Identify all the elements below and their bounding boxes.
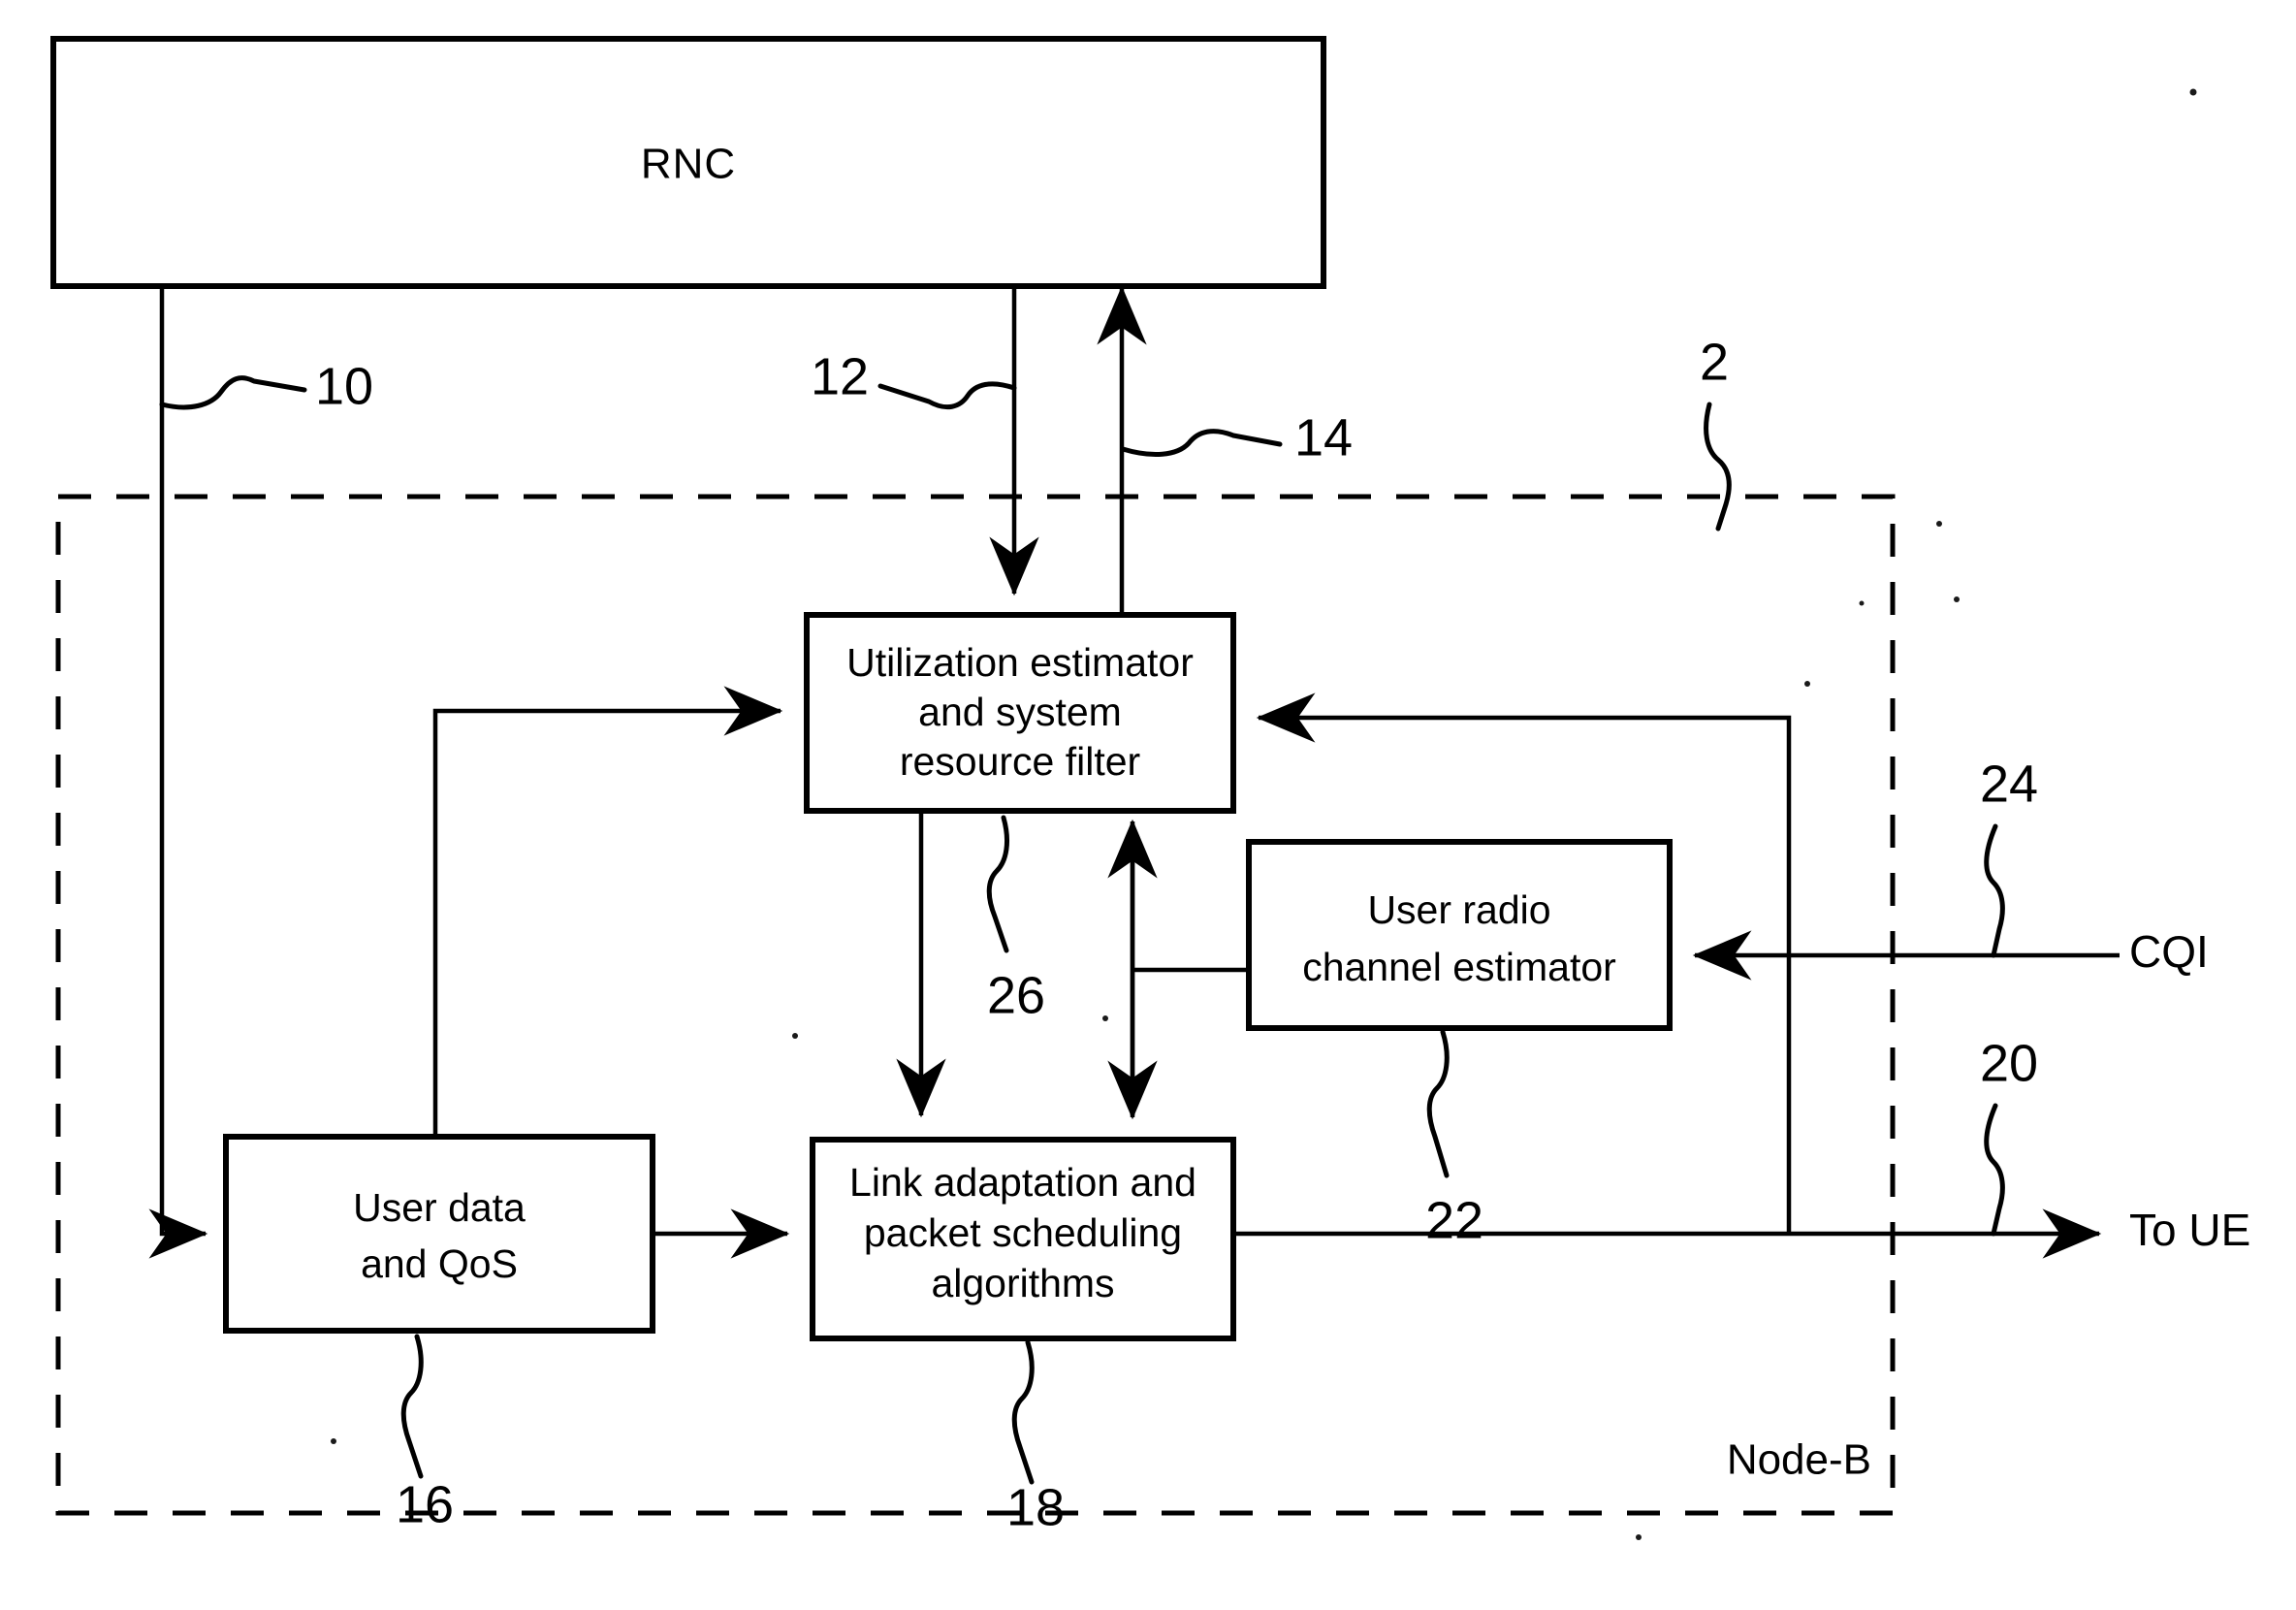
reference-numeral-24: 24 xyxy=(1980,755,2038,813)
reference-numeral-26: 26 xyxy=(987,966,1045,1024)
rnc-block-label: RNC xyxy=(641,141,736,188)
cqi-signal-label: CQI xyxy=(2129,926,2209,977)
utilization-estimator-label-line3: resource filter xyxy=(900,739,1140,784)
scan-speck xyxy=(1804,681,1810,687)
reference-numeral-22: 22 xyxy=(1425,1191,1483,1249)
leader-line-18 xyxy=(1011,1339,1035,1485)
node-b-enclosure-label: Node-B xyxy=(1727,1436,1871,1484)
scan-speck xyxy=(2189,88,2197,96)
utilization-estimator-label-line1: Utilization estimator xyxy=(846,640,1194,685)
scan-speck xyxy=(1102,1015,1108,1021)
leader-line-2 xyxy=(1704,402,1732,531)
reference-numeral-20: 20 xyxy=(1980,1034,2038,1092)
reference-numeral-2: 2 xyxy=(1700,333,1729,391)
leader-line-16 xyxy=(400,1334,424,1479)
leader-line-12 xyxy=(877,381,1017,410)
connection-10-rnc-to-user-data xyxy=(148,288,208,1259)
link-adaptation-label-line3: algorithms xyxy=(931,1261,1114,1305)
user-data-qos-block[interactable] xyxy=(223,1134,655,1334)
scan-speck xyxy=(331,1438,336,1444)
reference-numeral-10: 10 xyxy=(315,357,373,415)
scan-speck xyxy=(1636,1534,1642,1540)
link-adaptation-label-line2: packet scheduling xyxy=(864,1210,1182,1255)
leader-line-26 xyxy=(986,815,1009,953)
scan-speck xyxy=(1954,596,1960,602)
user-data-qos-label-line1: User data xyxy=(353,1185,526,1230)
utilization-estimator-label-line2: and system xyxy=(918,690,1122,734)
user-radio-channel-estimator-label-line1: User radio xyxy=(1367,887,1550,932)
scan-speck xyxy=(1936,521,1942,527)
reference-numeral-12: 12 xyxy=(811,347,869,405)
user-radio-channel-estimator-block[interactable] xyxy=(1246,839,1673,1031)
reference-numeral-18: 18 xyxy=(1006,1478,1065,1536)
scan-speck xyxy=(1859,600,1865,606)
leader-line-24 xyxy=(1984,823,2005,958)
user-radio-channel-estimator-label-line2: channel estimator xyxy=(1302,945,1616,989)
link-adaptation-label-line1: Link adaptation and xyxy=(849,1160,1196,1205)
leader-line-20 xyxy=(1984,1103,2005,1237)
reference-numeral-14: 14 xyxy=(1294,408,1353,467)
leader-line-10 xyxy=(159,375,307,410)
block-diagram-svg: RNC Utilization estimator and system res… xyxy=(50,36,2250,1540)
reference-numeral-16: 16 xyxy=(396,1475,454,1533)
connection-user-data-to-utilization-estimator xyxy=(432,686,783,1137)
figure-root: RNC Utilization estimator and system res… xyxy=(0,0,2296,1610)
user-data-qos-label-line2: and QoS xyxy=(361,1241,518,1286)
to-ue-signal-label: To UE xyxy=(2129,1205,2250,1255)
scan-speck xyxy=(792,1033,798,1039)
leader-line-22 xyxy=(1426,1029,1450,1178)
leader-line-14 xyxy=(1120,429,1283,457)
